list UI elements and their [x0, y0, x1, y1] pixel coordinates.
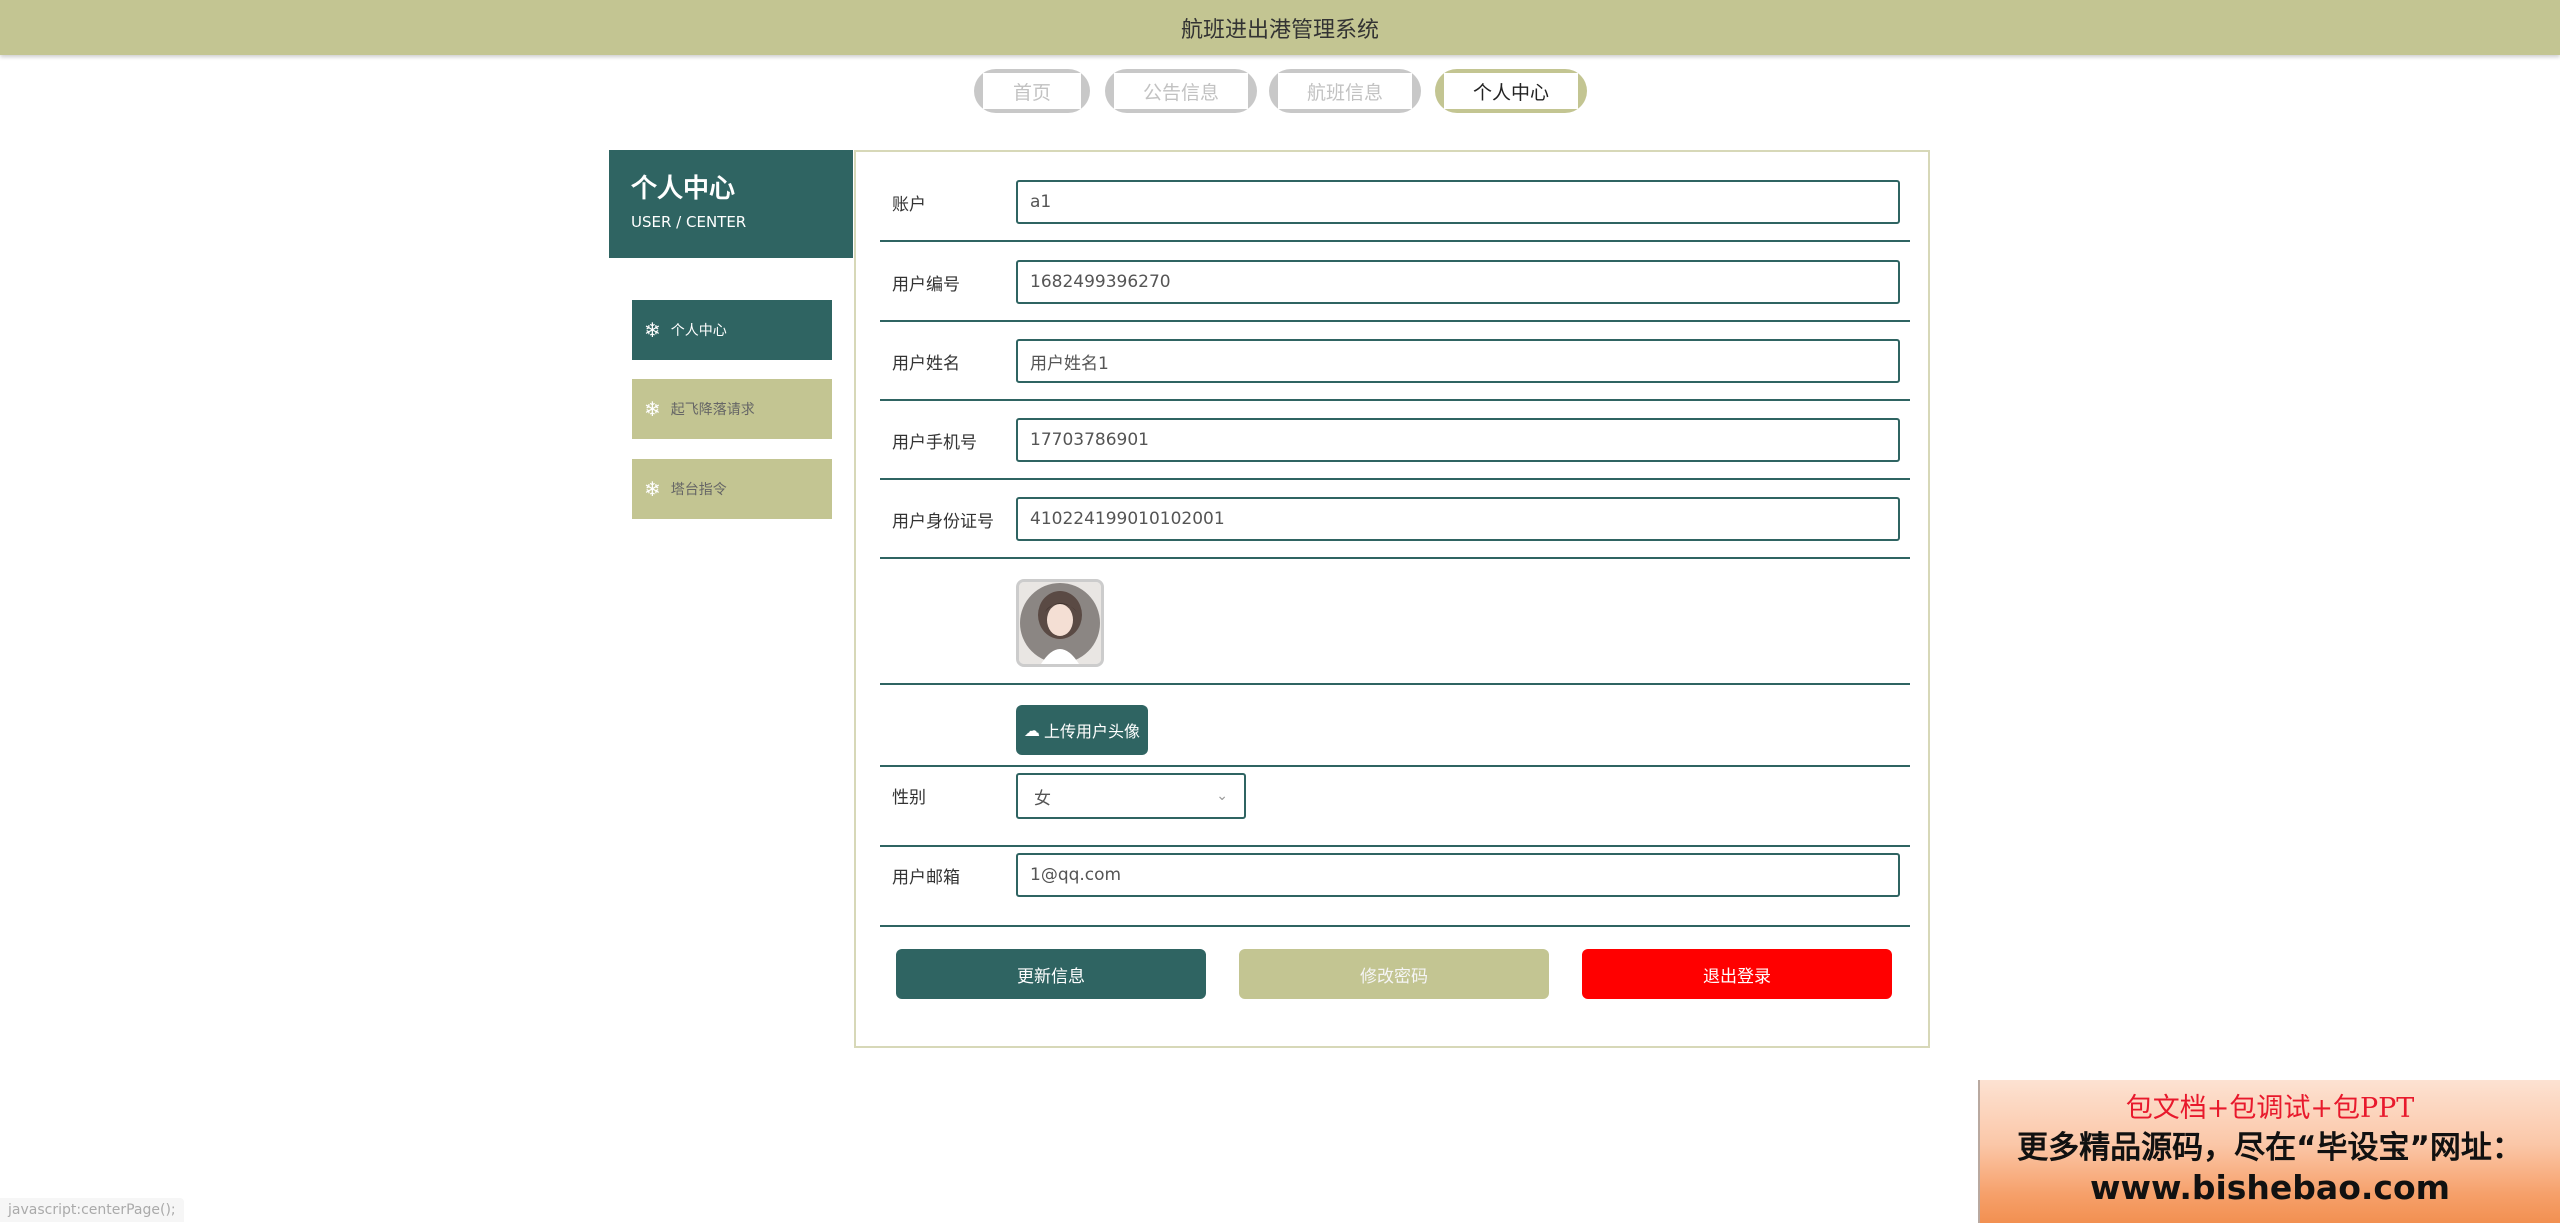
- upload-avatar-button[interactable]: ☁ 上传用户头像: [1016, 705, 1148, 755]
- avatar: [1016, 579, 1104, 667]
- snowflake-icon: ❄: [644, 318, 661, 342]
- user-id-card-input[interactable]: [1016, 497, 1900, 541]
- top-bar: 航班进出港管理系统: [0, 0, 2560, 55]
- form-row-user-id-card: 用户身份证号: [880, 489, 1910, 559]
- sidebar-subtitle: USER / CENTER: [631, 213, 747, 231]
- gender-select-value: 女: [1034, 788, 1051, 809]
- user-name-input[interactable]: [1016, 339, 1900, 383]
- nav-tabs: 首页 公告信息 航班信息 个人中心: [0, 69, 2560, 113]
- user-id-card-label: 用户身份证号: [892, 512, 994, 532]
- user-no-label: 用户编号: [892, 275, 960, 295]
- sidebar-item-label: 塔台指令: [670, 482, 727, 498]
- sidebar-item-takeoff-landing-requests[interactable]: ❄ 起飞降落请求: [632, 379, 832, 439]
- sidebar-header: 个人中心 USER / CENTER: [609, 150, 853, 258]
- snowflake-icon: ❄: [644, 477, 661, 501]
- sidebar-title: 个人中心: [631, 174, 736, 204]
- sidebar-item-personal-center[interactable]: ❄ 个人中心: [632, 300, 832, 360]
- user-name-label: 用户姓名: [892, 354, 960, 374]
- sidebar-item-label: 起飞降落请求: [670, 402, 755, 418]
- gender-select[interactable]: 女 ⌄: [1016, 773, 1246, 819]
- app-title: 航班进出港管理系统: [1180, 17, 1379, 43]
- tab-home[interactable]: 首页: [974, 69, 1090, 113]
- user-phone-input[interactable]: [1016, 418, 1900, 462]
- snowflake-icon: ❄: [644, 397, 661, 421]
- form-row-user-phone: 用户手机号: [880, 410, 1910, 480]
- form-row-avatar: [880, 559, 1910, 685]
- promo-line-2: 更多精品源码，尽在“毕设宝”网址：: [2017, 1130, 2523, 1166]
- update-info-button[interactable]: 更新信息: [896, 949, 1206, 999]
- tab-flights[interactable]: 航班信息: [1269, 69, 1421, 113]
- account-input[interactable]: [1016, 180, 1900, 224]
- logout-button[interactable]: 退出登录: [1582, 949, 1892, 999]
- promo-line-1: 包文档+包调试+包PPT: [2125, 1093, 2415, 1124]
- tab-home-label: 首页: [983, 73, 1081, 109]
- tab-announcements-label: 公告信息: [1114, 73, 1248, 109]
- form-row-upload: ☁ 上传用户头像: [880, 683, 1910, 767]
- form-row-user-no: 用户编号: [880, 252, 1910, 322]
- sidebar-item-tower-instructions[interactable]: ❄ 塔台指令: [632, 459, 832, 519]
- account-label: 账户: [892, 195, 926, 215]
- user-no-input[interactable]: [1016, 260, 1900, 304]
- change-password-button[interactable]: 修改密码: [1239, 949, 1549, 999]
- tab-flights-label: 航班信息: [1278, 73, 1412, 109]
- tab-personal-center-label: 个人中心: [1444, 73, 1578, 109]
- form-row-gender: 性别 女 ⌄: [880, 765, 1910, 847]
- gender-label: 性别: [892, 788, 926, 808]
- form-row-user-name: 用户姓名: [880, 331, 1910, 401]
- profile-form-panel: 账户 用户编号 用户姓名 用户手机号 用户身份证号 ☁: [854, 150, 1930, 1048]
- tab-personal-center[interactable]: 个人中心: [1435, 69, 1587, 113]
- sidebar-item-label: 个人中心: [670, 323, 727, 339]
- form-row-email: 用户邮箱: [880, 845, 1910, 927]
- browser-status-bar: javascript:centerPage();: [0, 1198, 184, 1222]
- cloud-upload-icon: ☁: [1023, 720, 1040, 740]
- avatar-image: [1019, 582, 1101, 664]
- promo-line-3: www.bishebao.com: [2089, 1168, 2451, 1207]
- upload-avatar-label: 上传用户头像: [1043, 722, 1140, 741]
- email-label: 用户邮箱: [892, 868, 960, 888]
- form-row-account: 账户: [880, 172, 1910, 242]
- chevron-down-icon: ⌄: [1216, 788, 1228, 804]
- tab-announcements[interactable]: 公告信息: [1105, 69, 1257, 113]
- user-phone-label: 用户手机号: [892, 433, 977, 453]
- promo-banner: 包文档+包调试+包PPT 更多精品源码，尽在“毕设宝”网址： www.bishe…: [1978, 1080, 2560, 1223]
- email-input[interactable]: [1016, 853, 1900, 897]
